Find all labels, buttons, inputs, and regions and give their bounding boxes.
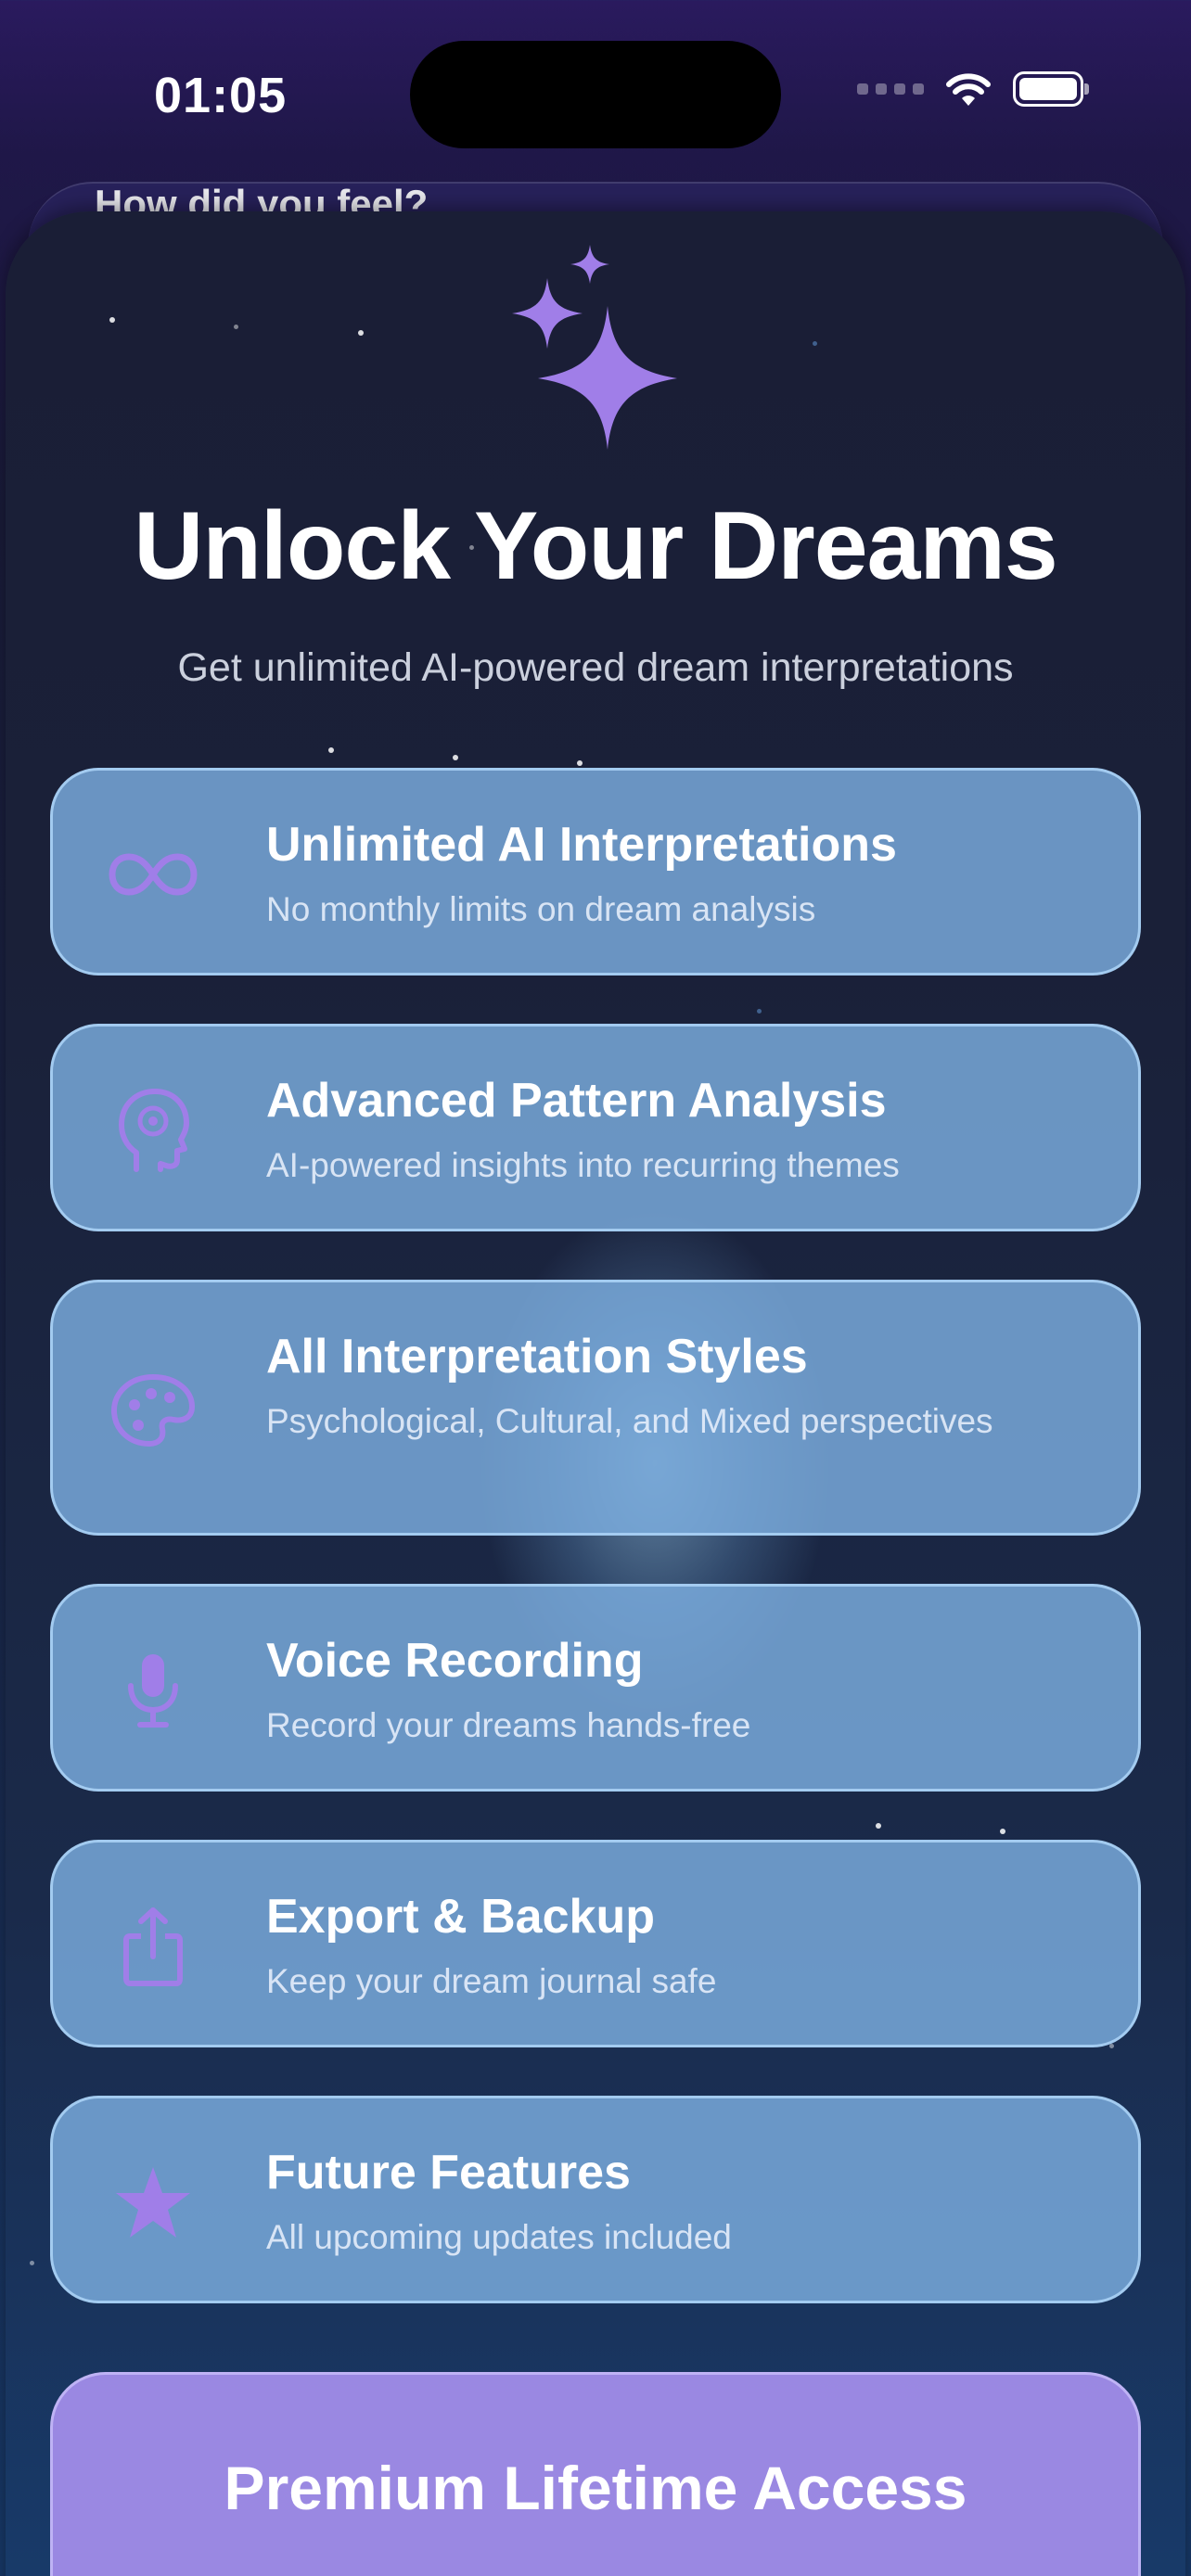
feature-title: All Interpretation Styles xyxy=(266,1330,808,1384)
status-time: 01:05 xyxy=(154,68,288,123)
palette-icon xyxy=(107,1364,199,1457)
sparkles-icon xyxy=(501,241,686,454)
background-star xyxy=(328,747,334,753)
dynamic-island xyxy=(410,41,781,148)
status-icons xyxy=(857,70,1089,108)
cellular-signal-icon xyxy=(857,83,924,95)
feature-description: No monthly limits on dream analysis xyxy=(266,890,816,928)
background-star xyxy=(453,755,458,760)
paywall-subtitle: Get unlimited AI-powered dream interpret… xyxy=(177,645,1014,690)
background-star xyxy=(757,1009,762,1014)
feature-description: Psychological, Cultural, and Mixed persp… xyxy=(266,1402,993,1440)
background-star xyxy=(234,325,238,329)
wifi-icon xyxy=(944,70,992,108)
premium-lifetime-button-label: Premium Lifetime Access xyxy=(224,2454,967,2522)
background-star xyxy=(358,330,364,336)
share-export-icon xyxy=(107,1900,199,1993)
background-star xyxy=(813,341,817,346)
feature-title: Voice Recording xyxy=(266,1634,644,1688)
feature-card-export-backup: Export & Backup Keep your dream journal … xyxy=(50,1840,1141,2047)
brain-head-icon xyxy=(107,1084,199,1177)
feature-title: Export & Backup xyxy=(266,1890,655,1944)
feature-description: All upcoming updates included xyxy=(266,2218,732,2256)
feature-title: Unlimited AI Interpretations xyxy=(266,818,897,872)
background-star xyxy=(1000,1829,1005,1834)
background-star xyxy=(876,1823,881,1829)
feature-description: Keep your dream journal safe xyxy=(266,1962,717,2000)
feature-card-future-features: Future Features All upcoming updates inc… xyxy=(50,2096,1141,2303)
background-star xyxy=(577,760,583,766)
feature-title: Future Features xyxy=(266,2146,631,2200)
background-star xyxy=(30,2261,34,2265)
feature-title: Advanced Pattern Analysis xyxy=(266,1074,887,1128)
battery-icon xyxy=(1013,71,1089,107)
background-star xyxy=(1109,2044,1114,2048)
feature-card-pattern-analysis: Advanced Pattern Analysis AI-powered ins… xyxy=(50,1024,1141,1231)
feature-card-interpretation-styles: All Interpretation Styles Psychological,… xyxy=(50,1280,1141,1536)
infinity-icon xyxy=(107,828,199,921)
premium-lifetime-button[interactable]: Premium Lifetime Access xyxy=(50,2372,1141,2576)
feature-description: AI-powered insights into recurring theme… xyxy=(266,1146,900,1184)
microphone-icon xyxy=(107,1644,199,1737)
background-star xyxy=(109,317,115,323)
status-bar: 01:05 xyxy=(0,0,1191,185)
feature-card-unlimited-interpretations: Unlimited AI Interpretations No monthly … xyxy=(50,768,1141,976)
feature-card-voice-recording: Voice Recording Record your dreams hands… xyxy=(50,1584,1141,1792)
paywall-title: Unlock Your Dreams xyxy=(134,492,1057,600)
star-icon xyxy=(107,2156,199,2249)
feature-description: Record your dreams hands-free xyxy=(266,1706,751,1744)
